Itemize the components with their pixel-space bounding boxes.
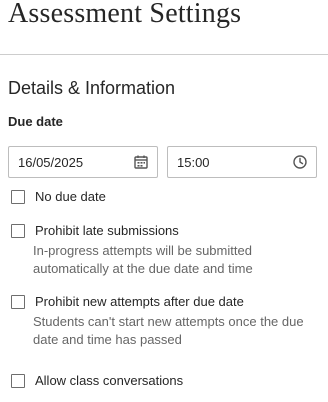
checkbox-label[interactable]: Prohibit new attempts after due date	[35, 294, 244, 309]
due-time-value: 15:00	[177, 155, 210, 170]
checkbox-label[interactable]: Allow class conversations	[35, 373, 183, 388]
title-divider	[0, 54, 328, 55]
checkbox-label[interactable]: Prohibit late submissions	[35, 223, 179, 238]
calendar-icon[interactable]	[134, 155, 148, 169]
due-time-input[interactable]: 15:00	[167, 146, 317, 178]
section-title-details: Details & Information	[8, 78, 176, 98]
checkbox-help-text: Students can't start new attempts once t…	[33, 314, 304, 347]
checkbox-no-due-date[interactable]	[11, 190, 25, 204]
checkbox-help-text: In-progress attempts will be submitted a…	[33, 243, 253, 276]
due-date-value: 16/05/2025	[18, 155, 84, 170]
checkbox-prohibit-new-attempts[interactable]	[11, 295, 25, 309]
assessment-settings-panel: Assessment Settings Details & Informatio…	[0, 0, 328, 402]
checkbox-allow-class-conversations[interactable]	[11, 374, 25, 388]
clock-icon[interactable]	[293, 155, 307, 169]
checkbox-prohibit-late-submissions[interactable]	[11, 224, 25, 238]
checkbox-label[interactable]: No due date	[35, 189, 106, 204]
due-date-input[interactable]: 16/05/2025	[8, 146, 158, 178]
page-title: Assessment Settings	[8, 0, 242, 29]
due-date-label: Due date	[8, 114, 63, 129]
